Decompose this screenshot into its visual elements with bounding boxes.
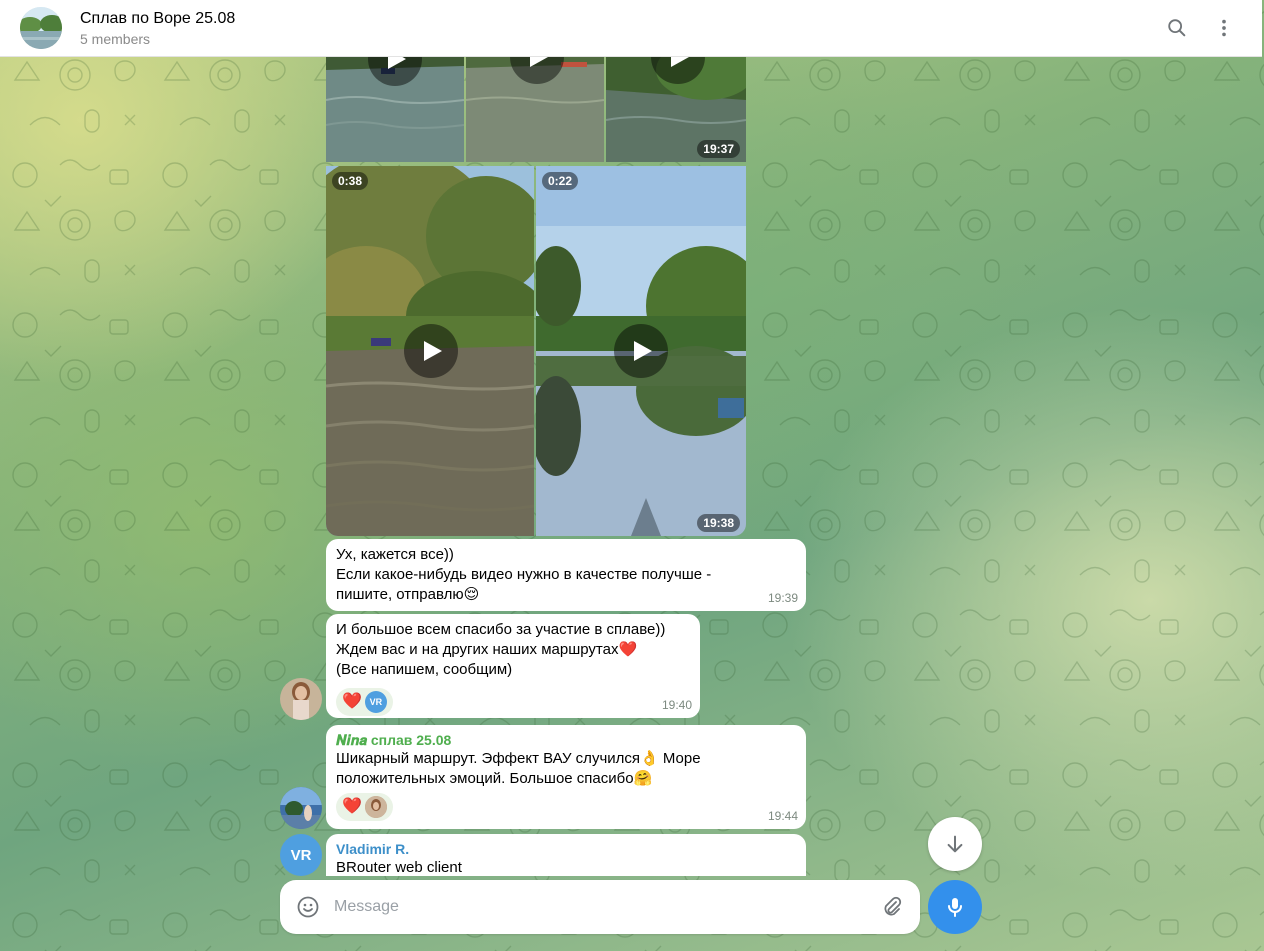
more-vertical-icon <box>1222 19 1226 37</box>
members-count: 5 members <box>80 31 151 47</box>
message-text: Шикарный маршрут. Эффект ВАУ случился👌 М… <box>336 750 701 767</box>
message-text: Если какое-нибудь видео нужно в качестве… <box>336 566 712 583</box>
play-icon <box>614 324 668 378</box>
video-thumbnail[interactable]: 0:22 19:38 <box>536 166 746 536</box>
reactions: ❤️ <box>336 793 796 821</box>
message-bubble[interactable]: И большое всем спасибо за участие в спла… <box>326 614 700 718</box>
chat-header: Сплав по Воре 25.08 5 members <box>0 0 1262 57</box>
reactions: ❤️ VR <box>336 688 690 716</box>
message-bubble[interactable]: Vladimir R. BRouter web client <box>326 834 806 876</box>
more-options-button[interactable] <box>1210 14 1238 42</box>
reactor-avatar: VR <box>364 691 387 713</box>
message-time: 19:39 <box>767 591 798 605</box>
sender-name[interactable]: Vladimir R. <box>336 840 796 858</box>
message-composer <box>280 880 920 934</box>
reactor-avatar <box>364 796 387 818</box>
sender-name[interactable]: 𝑵𝒊𝒏𝒂 сплав 25.08 <box>336 731 796 749</box>
sender-avatar[interactable]: VR <box>280 834 322 876</box>
emoji-button[interactable] <box>294 893 322 921</box>
message-text: BRouter web client <box>336 859 462 876</box>
search-button[interactable] <box>1163 14 1191 42</box>
attach-button[interactable] <box>878 893 906 921</box>
video-thumbnail[interactable] <box>326 40 464 162</box>
media-album: 19:37 0:38 0:22 19:38 <box>326 40 746 536</box>
message-text: положительных эмоций. Большое спасибо🤗 <box>336 770 653 787</box>
message-text: Ух, кажется все)) <box>336 546 454 563</box>
message-time: 19:40 <box>661 698 692 712</box>
video-thumbnail[interactable]: 0:38 <box>326 166 534 536</box>
message-text: (Все напишем, сообщим) <box>336 661 513 678</box>
search-icon <box>1168 19 1186 37</box>
microphone-icon <box>948 898 962 917</box>
video-duration: 0:22 <box>542 172 579 190</box>
message-text: Ждем вас и на других наших маршрутах❤️ <box>336 641 638 658</box>
message-text: пишите, отправлю😌 <box>336 586 480 603</box>
message-bubble[interactable]: 𝑵𝒊𝒏𝒂 сплав 25.08 Шикарный маршрут. Эффек… <box>326 725 806 829</box>
arrow-down-icon <box>947 835 963 853</box>
emoji-icon <box>297 896 319 918</box>
chat-title[interactable]: Сплав по Воре 25.08 <box>80 10 235 28</box>
message-input[interactable] <box>334 894 854 920</box>
reaction-heart[interactable]: ❤️ VR <box>336 688 393 716</box>
sender-avatar[interactable] <box>280 787 322 829</box>
voice-message-button[interactable] <box>928 880 982 934</box>
media-timestamp: 19:38 <box>697 514 740 532</box>
sender-avatar[interactable] <box>280 678 322 720</box>
video-thumbnail[interactable]: 19:37 <box>606 40 746 162</box>
message-text: И большое всем спасибо за участие в спла… <box>336 621 666 638</box>
reaction-heart[interactable]: ❤️ <box>336 793 393 821</box>
attach-icon <box>884 896 902 916</box>
heart-emoji: ❤️ <box>342 693 362 710</box>
heart-emoji: ❤️ <box>342 798 362 815</box>
play-icon <box>404 324 458 378</box>
media-timestamp: 19:37 <box>697 140 740 158</box>
group-avatar[interactable] <box>20 7 62 49</box>
scroll-to-bottom-button[interactable] <box>928 817 982 871</box>
video-thumbnail[interactable] <box>466 40 604 162</box>
message-bubble[interactable]: Ух, кажется все)) Если какое-нибудь виде… <box>326 539 806 611</box>
message-time: 19:44 <box>767 809 798 823</box>
video-duration: 0:38 <box>332 172 369 190</box>
